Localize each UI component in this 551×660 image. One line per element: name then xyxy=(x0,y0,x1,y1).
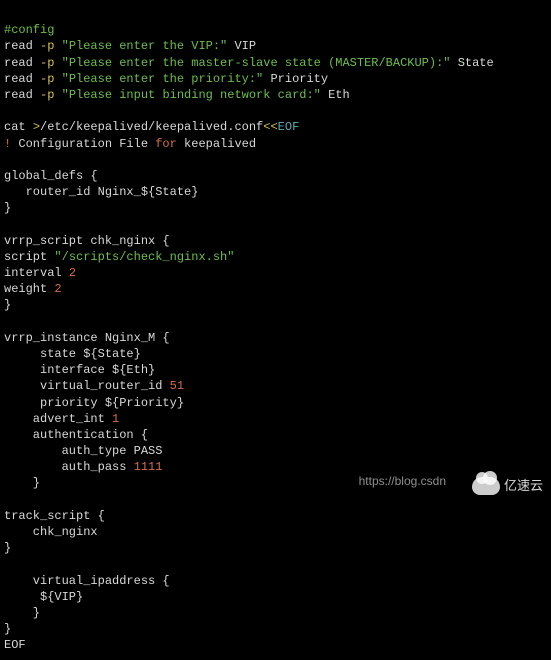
txt: Configuration File xyxy=(18,137,155,151)
brace: } xyxy=(4,622,11,636)
kw-for: for xyxy=(155,137,177,151)
code-block: #config read -p "Please enter the VIP:" … xyxy=(0,0,551,660)
string: "Please enter the master-slave state (MA… xyxy=(62,56,451,70)
watermark-logo: 亿速云 xyxy=(472,477,543,495)
flag: -p xyxy=(40,56,62,70)
num: 1 xyxy=(112,412,119,426)
block: global_defs { xyxy=(4,169,98,183)
brace: } xyxy=(4,541,11,555)
kw-read: read xyxy=(4,72,40,86)
block: track_script { xyxy=(4,509,105,523)
num: 51 xyxy=(170,379,184,393)
op: > xyxy=(33,120,40,134)
watermark-url: https://blog.csdn xyxy=(359,473,446,489)
flag: -p xyxy=(40,72,62,86)
var: Priority xyxy=(263,72,328,86)
brace: } xyxy=(4,298,11,312)
excl: ! xyxy=(4,137,18,151)
line: advert_int xyxy=(4,412,112,426)
line: interface ${Eth} xyxy=(4,363,155,377)
brace: } xyxy=(4,476,40,490)
block: vrrp_instance Nginx_M { xyxy=(4,331,170,345)
block: authentication { xyxy=(4,428,148,442)
kw-read: read xyxy=(4,88,40,102)
path: /etc/keepalived/keepalived.conf xyxy=(40,120,263,134)
kw-weight: weight xyxy=(4,282,54,296)
line: state ${State} xyxy=(4,347,141,361)
line: priority ${Priority} xyxy=(4,396,184,410)
num: 2 xyxy=(69,266,76,280)
var: Eth xyxy=(321,88,350,102)
brace: } xyxy=(4,201,11,215)
kw-read: read xyxy=(4,56,40,70)
string: "Please enter the VIP:" xyxy=(62,39,228,53)
kw-cat: cat xyxy=(4,120,33,134)
line: ${VIP} xyxy=(4,590,83,604)
string: "/scripts/check_nginx.sh" xyxy=(54,250,234,264)
kw-script: script xyxy=(4,250,54,264)
kw-read: read xyxy=(4,39,40,53)
kw-interval: interval xyxy=(4,266,69,280)
heredoc: EOF xyxy=(278,120,300,134)
brace: } xyxy=(4,606,40,620)
var: State xyxy=(451,56,494,70)
block: vrrp_script chk_nginx { xyxy=(4,234,170,248)
string: "Please input binding network card:" xyxy=(62,88,321,102)
var: VIP xyxy=(227,39,256,53)
cloud-icon xyxy=(472,477,500,495)
flag: -p xyxy=(40,39,62,53)
flag: -p xyxy=(40,88,62,102)
comment: #config xyxy=(4,23,54,37)
block: virtual_ipaddress { xyxy=(4,574,170,588)
num: 2 xyxy=(54,282,61,296)
line: auth_type PASS xyxy=(4,444,162,458)
string: "Please enter the priority:" xyxy=(62,72,264,86)
op: << xyxy=(263,120,277,134)
num: 1111 xyxy=(134,460,163,474)
watermark-text: 亿速云 xyxy=(504,477,543,495)
line: auth_pass xyxy=(4,460,134,474)
line: virtual_router_id xyxy=(4,379,170,393)
line: chk_nginx xyxy=(4,525,98,539)
heredoc-end: EOF xyxy=(4,638,26,652)
txt: keepalived xyxy=(177,137,256,151)
line: router_id Nginx_${State} xyxy=(4,185,198,199)
